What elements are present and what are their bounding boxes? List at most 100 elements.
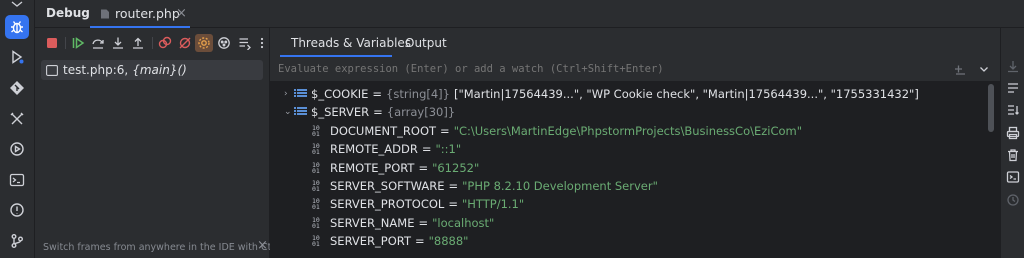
frame-icon	[46, 64, 58, 76]
frames-panel: test.php:6, {main}() Switch frames from …	[35, 57, 295, 258]
step-into-icon[interactable]	[109, 34, 127, 52]
vcs-icon[interactable]	[5, 229, 29, 253]
frames-options-icon[interactable]	[236, 34, 254, 52]
server-entry[interactable]: 10 01 DOCUMENT_ROOT = "C:\Users\MartinEdg…	[312, 122, 802, 140]
variable-row-cookie[interactable]: › $_COOKIE = {string[4]} ["Martin|175644…	[284, 85, 919, 103]
sort-icon[interactable]	[1006, 103, 1020, 117]
equals-sign: =	[440, 124, 450, 138]
tab-threads-variables[interactable]: Threads & Variables	[291, 36, 411, 50]
reset-icon[interactable]	[1006, 59, 1020, 73]
step-over-icon[interactable]	[89, 34, 107, 52]
server-entry[interactable]: 10 01 SERVER_SOFTWARE = "PHP 8.2.10 Devel…	[312, 177, 658, 195]
entry-key: REMOTE_PORT	[330, 161, 415, 175]
restore-icon[interactable]	[1006, 81, 1020, 95]
equals-sign: =	[372, 87, 383, 101]
mute-breakpoints-icon[interactable]	[176, 34, 194, 52]
server-entry[interactable]: 10 01 SERVER_PROTOCOL = "HTTP/1.1"	[312, 195, 524, 213]
entry-value: "61252"	[432, 161, 480, 175]
php-file-icon	[100, 8, 110, 19]
entry-key: REMOTE_ADDR	[330, 142, 418, 156]
entry-key: SERVER_NAME	[330, 216, 415, 230]
string-value-icon: 10 01	[312, 142, 320, 156]
problems-icon[interactable]	[5, 198, 29, 222]
string-value-icon: 10 01	[312, 216, 320, 230]
close-tab-icon[interactable]: ×	[176, 6, 187, 21]
close-hint-icon[interactable]: ×	[257, 238, 268, 253]
string-value-icon: 10 01	[312, 197, 320, 211]
top-partial-icon[interactable]	[5, 0, 29, 12]
entry-value: "localhost"	[432, 216, 495, 230]
expand-chevron-icon[interactable]: ›	[284, 89, 294, 99]
string-value-icon: 10 01	[312, 179, 320, 193]
terminal-icon[interactable]	[5, 168, 29, 192]
string-value-icon: 10 01	[312, 124, 320, 138]
debug-options-icon[interactable]	[215, 34, 233, 52]
frame-item[interactable]: test.php:6, {main}()	[41, 60, 263, 80]
entry-value: "8888"	[428, 234, 469, 248]
chevron-down-icon[interactable]	[977, 62, 991, 76]
entry-value: "C:\Users\MartinEdge\PhpstormProjects\Bu…	[453, 124, 803, 138]
entry-key: SERVER_PORT	[330, 234, 411, 248]
tool-window-sidebar	[0, 0, 35, 258]
frame-function: {main}()	[132, 63, 187, 77]
settings-icon[interactable]	[195, 34, 213, 52]
string-value-icon: 10 01	[312, 234, 320, 248]
variable-type: {string[4]}	[386, 87, 450, 101]
evaluate-expression-input[interactable]	[278, 60, 938, 77]
toolbar-separator	[65, 37, 66, 49]
variable-name: $_SERVER	[311, 105, 370, 119]
equals-sign: =	[418, 161, 429, 175]
delete-icon[interactable]	[1006, 148, 1020, 162]
entry-value: "HTTP/1.1"	[461, 197, 525, 211]
variable-name: $_COOKIE	[311, 87, 369, 101]
entry-key: SERVER_PROTOCOL	[330, 197, 445, 211]
expression-bar	[270, 57, 1000, 82]
right-action-bar	[1000, 28, 1024, 258]
server-entry[interactable]: 10 01 REMOTE_ADDR = "::1"	[312, 140, 461, 158]
equals-sign: =	[448, 197, 458, 211]
equals-sign: =	[421, 142, 432, 156]
server-entry[interactable]: 10 01 SERVER_NAME = "localhost"	[312, 214, 494, 232]
entry-value: "::1"	[435, 142, 462, 156]
variable-value: ["Martin|17564439...", "WP Cookie check"…	[453, 87, 919, 101]
equals-sign: =	[373, 105, 383, 119]
entry-value: "PHP 8.2.10 Development Server"	[462, 179, 658, 193]
debug-toolbar	[35, 28, 269, 57]
tool-window-title: Debug	[46, 6, 90, 20]
entry-key: SERVER_SOFTWARE	[330, 179, 445, 193]
run-icon[interactable]	[5, 45, 29, 69]
toolbar-separator	[152, 37, 153, 49]
history-icon[interactable]	[1006, 193, 1020, 207]
services-icon[interactable]	[5, 137, 29, 161]
resume-icon[interactable]	[69, 34, 87, 52]
entry-key: DOCUMENT_ROOT	[330, 124, 437, 138]
array-icon	[294, 87, 308, 102]
debug-icon[interactable]	[5, 15, 29, 39]
more-icon[interactable]	[253, 34, 271, 52]
variables-tabbar: Threads & Variables Output	[270, 28, 1000, 57]
variable-row-server[interactable]: ⌄ $_SERVER = {array[30]}	[284, 103, 455, 121]
variables-tree: › $_COOKIE = {string[4]} ["Martin|175644…	[270, 82, 1000, 258]
equals-sign: =	[418, 216, 429, 230]
git-icon[interactable]	[5, 76, 29, 100]
string-value-icon: 10 01	[312, 161, 320, 175]
step-out-icon[interactable]	[129, 34, 147, 52]
stop-icon[interactable]	[43, 34, 61, 52]
vertical-scrollbar[interactable]	[988, 84, 994, 132]
print-icon[interactable]	[1006, 126, 1020, 140]
equals-sign: =	[414, 234, 425, 248]
variable-type: {array[30]}	[386, 105, 456, 119]
tab-label: router.php	[115, 6, 180, 21]
server-entry[interactable]: 10 01 REMOTE_PORT = "61252"	[312, 159, 479, 177]
tab-router-php[interactable]: router.php ×	[90, 0, 190, 28]
tab-output[interactable]: Output	[405, 36, 447, 50]
equals-sign: =	[448, 179, 459, 193]
server-entry[interactable]: 10 01 SERVER_PORT = "8888"	[312, 232, 468, 250]
terminal-icon[interactable]	[1006, 170, 1020, 184]
array-icon	[294, 105, 308, 120]
build-icon[interactable]	[5, 107, 29, 131]
collapse-chevron-icon[interactable]: ⌄	[284, 107, 294, 117]
view-breakpoints-icon[interactable]	[156, 34, 174, 52]
frame-location: test.php:6,	[63, 63, 129, 77]
add-watch-icon[interactable]	[953, 62, 967, 76]
